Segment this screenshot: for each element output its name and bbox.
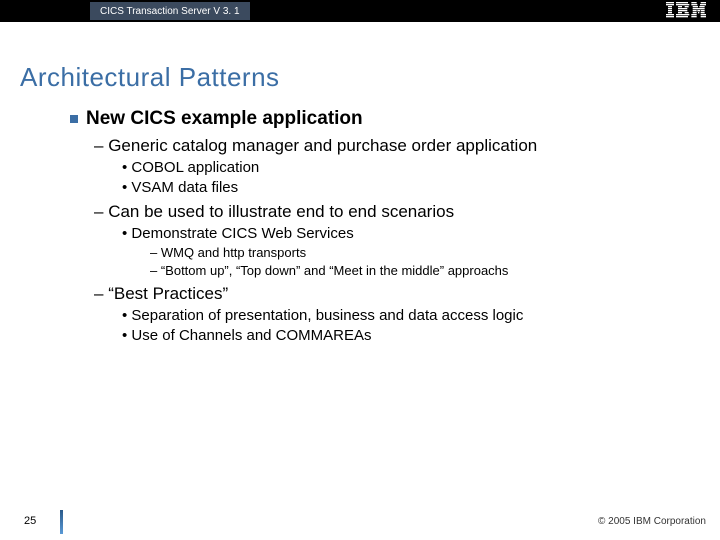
content: New CICS example application Generic cat…: [70, 108, 680, 345]
topbar: CICS Transaction Server V 3. 1: [0, 0, 720, 22]
bullet-l4-b1: WMQ and http transports: [150, 245, 680, 260]
slide: CICS Transaction Server V 3. 1: [0, 0, 720, 540]
slide-title: Architectural Patterns: [20, 62, 280, 93]
bullet-l2-a: Generic catalog manager and purchase ord…: [94, 136, 680, 156]
l1-text: New CICS example application: [86, 108, 363, 130]
bullet-l2-b: Can be used to illustrate end to end sce…: [94, 202, 680, 222]
bullet-l3-a1: COBOL application: [122, 159, 680, 176]
bullet-l4-b2: “Bottom up”, “Top down” and “Meet in the…: [150, 263, 680, 278]
bullet-l3-b1: Demonstrate CICS Web Services: [122, 225, 680, 242]
footer: 25 © 2005 IBM Corporation: [0, 510, 720, 532]
square-bullet-icon: [70, 115, 78, 123]
ibm-logo-icon: [666, 2, 706, 23]
bullet-l2-c: “Best Practices”: [94, 284, 680, 304]
product-title: CICS Transaction Server V 3. 1: [100, 6, 240, 17]
page-number: 25: [24, 515, 36, 527]
topbar-inner: CICS Transaction Server V 3. 1: [90, 2, 250, 20]
copyright: © 2005 IBM Corporation: [598, 516, 706, 527]
bullet-l3-c2: Use of Channels and COMMAREAs: [122, 327, 680, 344]
bullet-l3-a2: VSAM data files: [122, 179, 680, 196]
bullet-l3-c1: Separation of presentation, business and…: [122, 307, 680, 324]
bullet-l1: New CICS example application: [70, 108, 680, 130]
